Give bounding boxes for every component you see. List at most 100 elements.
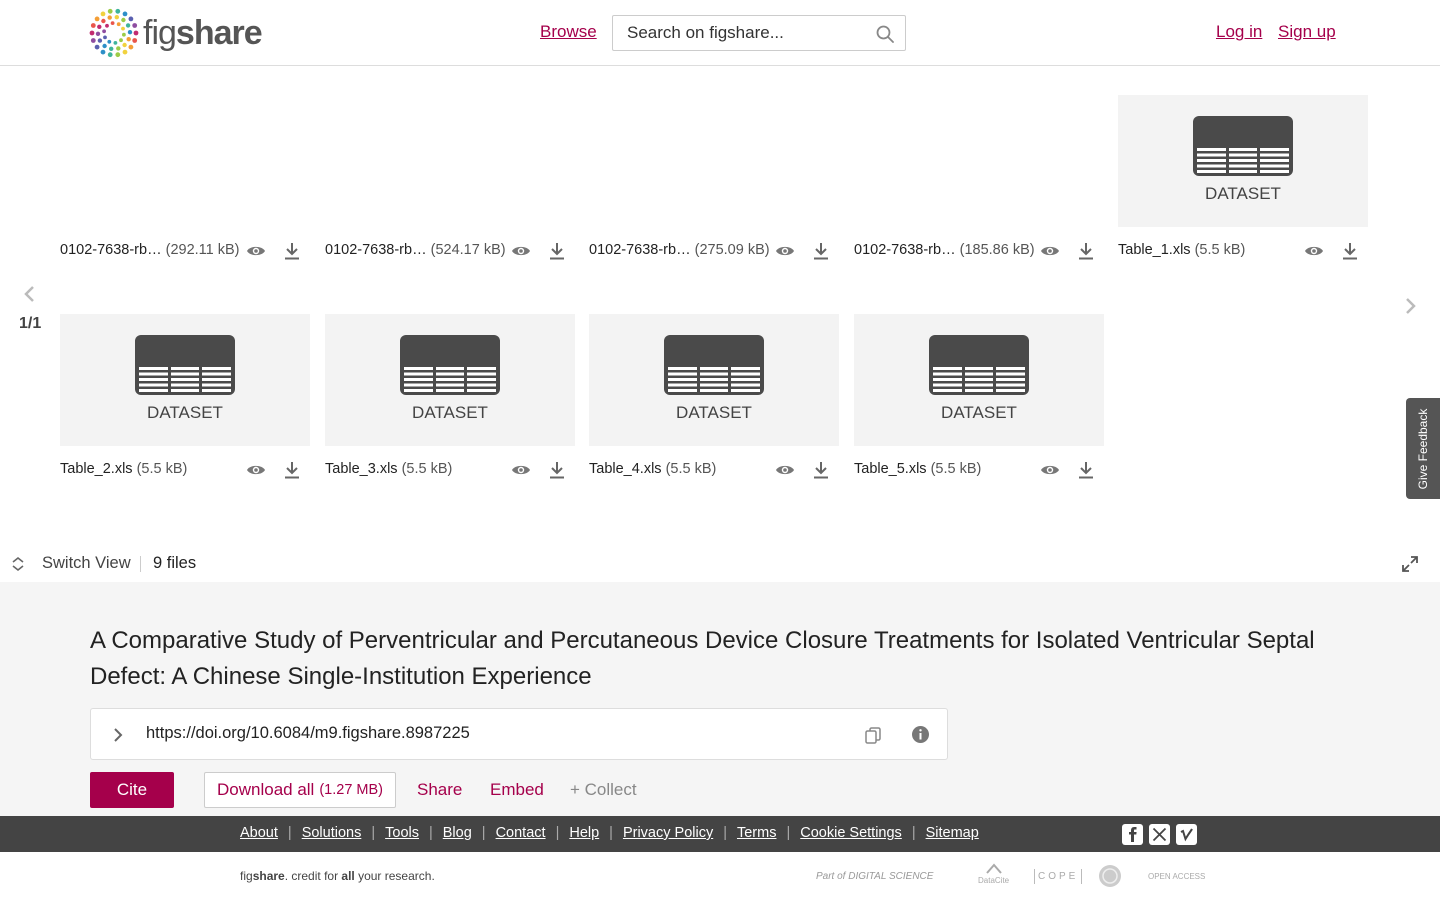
divider — [140, 556, 141, 572]
table-icon — [1193, 116, 1293, 176]
dataset-label: DATASET — [412, 403, 488, 422]
preview-eye-icon[interactable] — [1040, 463, 1060, 477]
download-icon[interactable] — [1341, 242, 1359, 260]
file-card[interactable]: DATASET Table_1.xls (5.5 kB) — [1118, 95, 1368, 260]
footer-bottom: figshare. credit for all your research. … — [0, 852, 1440, 900]
file-thumbnail[interactable]: DATASET — [854, 314, 1104, 446]
search-icon[interactable] — [875, 24, 895, 44]
file-thumbnail[interactable]: DATASET — [325, 314, 575, 446]
embed-link[interactable]: Embed — [490, 780, 544, 800]
download-icon[interactable] — [548, 461, 566, 479]
file-name: 0102-7638-rb… (292.11 kB) — [60, 242, 240, 258]
download-icon[interactable] — [812, 461, 830, 479]
file-name: Table_4.xls (5.5 kB) — [589, 461, 717, 477]
file-thumbnail[interactable] — [854, 95, 1104, 227]
seal-icon — [1099, 865, 1121, 887]
file-thumbnail[interactable] — [325, 95, 575, 227]
login-link[interactable]: Log in — [1216, 22, 1262, 42]
footer-link-solutions[interactable]: Solutions — [302, 825, 362, 841]
feedback-label: Give Feedback — [1416, 408, 1430, 489]
download-icon[interactable] — [548, 242, 566, 260]
fullscreen-icon[interactable] — [1402, 556, 1418, 572]
switch-view-button[interactable]: Switch View — [42, 554, 131, 573]
datacite-logo[interactable]: DataCite — [978, 862, 1009, 890]
footer-separator: | — [481, 825, 486, 841]
footer-link-tools[interactable]: Tools — [385, 825, 419, 841]
file-name: Table_3.xls (5.5 kB) — [325, 461, 453, 477]
give-feedback-button[interactable]: Give Feedback — [1406, 398, 1440, 499]
footer-link-help[interactable]: Help — [569, 825, 599, 841]
footer-tagline: figshare. credit for all your research. — [240, 869, 435, 883]
browse-link[interactable]: Browse — [540, 22, 597, 42]
info-icon[interactable] — [911, 725, 930, 744]
x-twitter-icon[interactable] — [1149, 824, 1170, 845]
download-icon[interactable] — [283, 242, 301, 260]
footer-separator: | — [428, 825, 433, 841]
cope-logo[interactable]: COPE — [1034, 862, 1083, 890]
download-icon[interactable] — [1077, 461, 1095, 479]
file-meta: 0102-7638-rb… (185.86 kB) — [854, 242, 1104, 262]
signup-link[interactable]: Sign up — [1278, 22, 1336, 42]
file-card[interactable]: 0102-7638-rb… (185.86 kB) — [854, 95, 1104, 260]
file-meta: Table_4.xls (5.5 kB) — [589, 461, 839, 481]
file-card[interactable]: DATASET Table_4.xls (5.5 kB) — [589, 314, 839, 479]
download-all-label: Download all — [217, 780, 315, 799]
file-thumbnail[interactable]: DATASET — [60, 314, 310, 446]
file-card[interactable]: DATASET Table_5.xls (5.5 kB) — [854, 314, 1104, 479]
article-title: A Comparative Study of Perventricular an… — [90, 627, 1315, 690]
table-icon — [664, 335, 764, 395]
footer-link-about[interactable]: About — [240, 825, 278, 841]
file-meta: Table_5.xls (5.5 kB) — [854, 461, 1104, 481]
share-link[interactable]: Share — [417, 780, 462, 800]
files-count: 9 files — [153, 554, 197, 572]
preview-eye-icon[interactable] — [1040, 244, 1060, 258]
preview-eye-icon[interactable] — [511, 463, 531, 477]
file-card[interactable]: DATASET Table_2.xls (5.5 kB) — [60, 314, 310, 479]
file-thumbnail[interactable] — [60, 95, 310, 227]
chevron-left-icon[interactable] — [20, 284, 40, 304]
file-card[interactable]: 0102-7638-rb… (292.11 kB) — [60, 95, 310, 260]
download-icon[interactable] — [283, 461, 301, 479]
seal-logo[interactable] — [1098, 862, 1122, 890]
download-all-button[interactable]: Download all (1.27 MB) — [204, 772, 397, 808]
preview-eye-icon[interactable] — [511, 244, 531, 258]
file-thumbnail[interactable] — [589, 95, 839, 227]
copy-icon[interactable] — [864, 726, 882, 744]
footer-link-terms[interactable]: Terms — [737, 825, 776, 841]
file-thumbnail[interactable]: DATASET — [589, 314, 839, 446]
footer-link-privacy-policy[interactable]: Privacy Policy — [623, 825, 713, 841]
table-icon — [929, 335, 1029, 395]
chevron-right-icon[interactable] — [111, 725, 125, 745]
file-name: Table_2.xls (5.5 kB) — [60, 461, 188, 477]
digital-science-logo[interactable]: Part of DIGITAL SCIENCE — [816, 862, 933, 890]
preview-eye-icon[interactable] — [246, 463, 266, 477]
preview-eye-icon[interactable] — [775, 244, 795, 258]
collect-link[interactable]: + Collect — [570, 780, 637, 800]
preview-eye-icon[interactable] — [246, 244, 266, 258]
file-card[interactable]: 0102-7638-rb… (275.09 kB) — [589, 95, 839, 260]
chevron-right-icon[interactable] — [1400, 296, 1420, 316]
footer-link-contact[interactable]: Contact — [496, 825, 546, 841]
search-input[interactable] — [613, 16, 863, 50]
footer-link-sitemap[interactable]: Sitemap — [926, 825, 979, 841]
file-meta: 0102-7638-rb… (524.17 kB) — [325, 242, 575, 262]
open-access-logo[interactable]: OPEN ACCESS — [1148, 862, 1205, 890]
facebook-icon[interactable] — [1122, 824, 1143, 845]
preview-eye-icon[interactable] — [775, 463, 795, 477]
file-thumbnail[interactable]: DATASET — [1118, 95, 1368, 227]
dataset-label: DATASET — [676, 403, 752, 422]
figshare-logo[interactable]: figshare — [89, 8, 263, 58]
cite-button[interactable]: Cite — [90, 772, 174, 808]
vimeo-icon[interactable] — [1176, 824, 1197, 845]
doi-link[interactable]: https://doi.org/10.6084/m9.figshare.8987… — [146, 724, 470, 743]
download-icon[interactable] — [812, 242, 830, 260]
footer-link-cookie-settings[interactable]: Cookie Settings — [800, 825, 902, 841]
preview-eye-icon[interactable] — [1304, 244, 1324, 258]
file-card[interactable]: 0102-7638-rb… (524.17 kB) — [325, 95, 575, 260]
footer-link-blog[interactable]: Blog — [443, 825, 472, 841]
file-name: 0102-7638-rb… (275.09 kB) — [589, 242, 770, 258]
file-card[interactable]: DATASET Table_3.xls (5.5 kB) — [325, 314, 575, 479]
download-icon[interactable] — [1077, 242, 1095, 260]
file-meta: Table_3.xls (5.5 kB) — [325, 461, 575, 481]
switch-view-icon[interactable] — [11, 556, 25, 572]
